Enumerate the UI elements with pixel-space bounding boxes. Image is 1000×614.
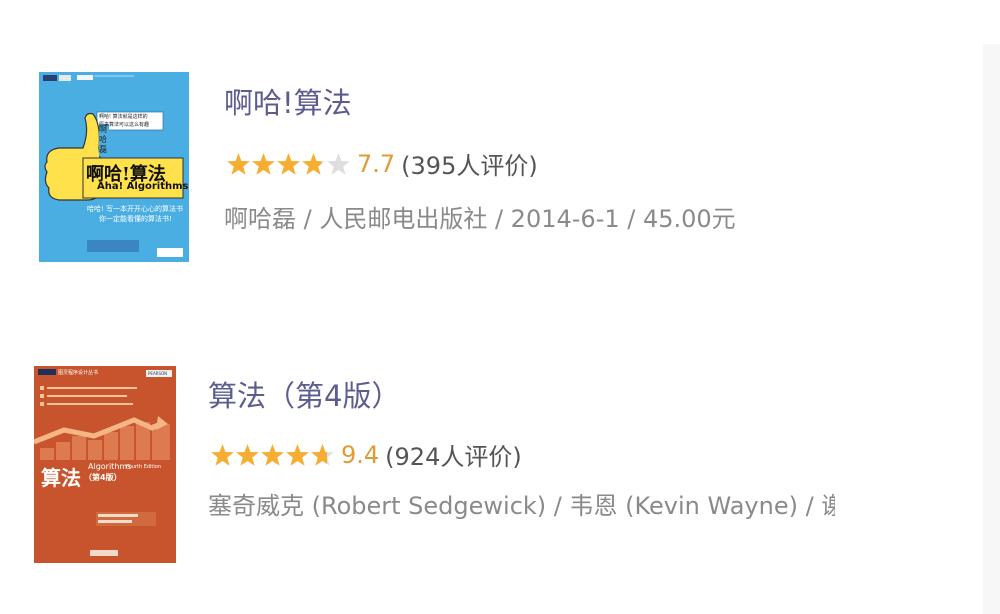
cover-edition: Fourth Edition [126,464,161,470]
book-rating: 9.4 (924人评价) [210,437,522,472]
stars-svg [211,443,334,466]
cover-title: 算法 [41,466,81,490]
cover-subtitle: Algorithms [88,462,132,471]
book-item: 算法 Algorithms Fourth Edition （第4版） 图灵程序设… [0,0,960,614]
rating-score: 9.4 [341,440,380,469]
star-icon [236,443,259,466]
book-cover[interactable]: 算法 Algorithms Fourth Edition （第4版） 图灵程序设… [34,366,176,563]
star-icon [261,443,284,466]
book-title[interactable]: 算法（第4版） [208,373,400,415]
cover-series: 图灵程序设计丛书 [58,370,99,376]
book-meta: 塞奇威克 (Robert Sedgewick) / 韦恩 (Kevin Wayn… [208,492,835,520]
rating-count[interactable]: (924人评价) [385,437,522,472]
star-icon [286,443,309,466]
star-rating [210,443,335,467]
star-icon [311,443,334,466]
publisher-logo: PEARSON [148,371,168,376]
cover-edition-cn: （第4版） [84,473,122,482]
star-icon [211,443,234,466]
scrollbar-track[interactable] [983,44,1000,614]
